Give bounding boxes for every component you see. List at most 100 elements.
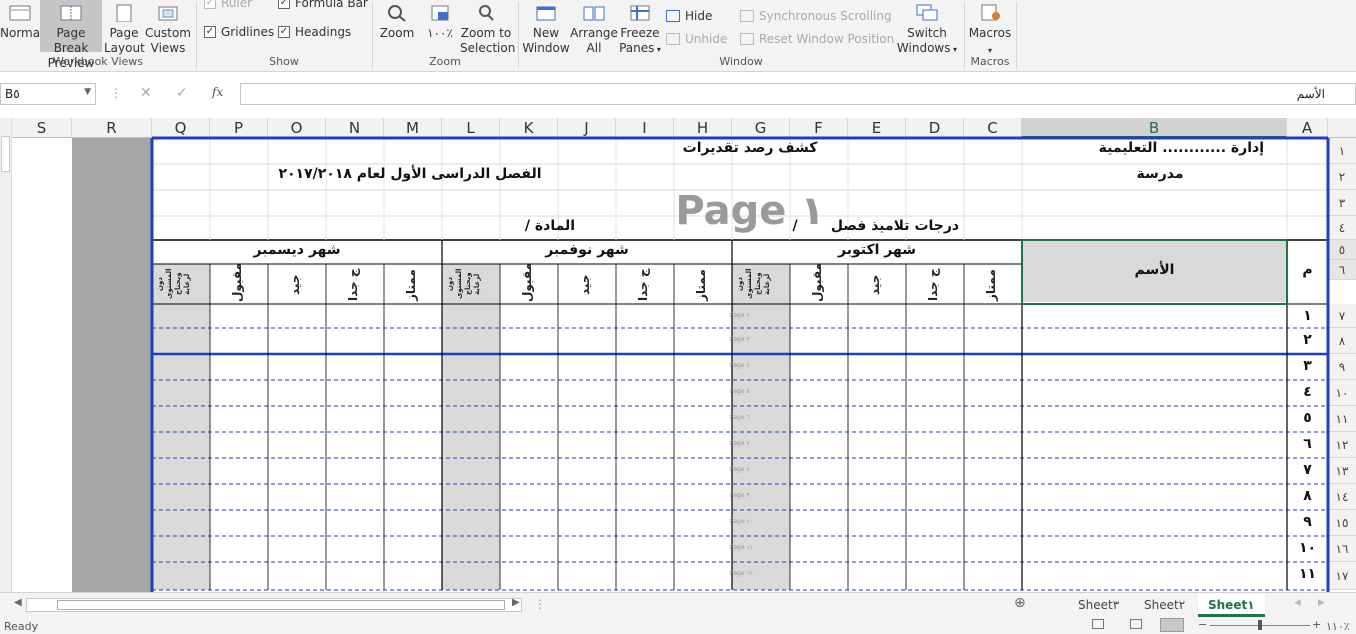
workbook-views-group-label: Workbook Views — [53, 55, 143, 68]
student-number: ٦ — [1303, 436, 1312, 452]
tab-sheet3[interactable]: Sheet٣ — [1068, 593, 1129, 617]
arrange-all-button[interactable]: Arrange All — [570, 4, 618, 56]
chevron-down-icon[interactable]: ▼ — [84, 87, 91, 97]
student-number: ٧ — [1303, 462, 1312, 478]
scroll-right-icon[interactable]: ▶ — [512, 597, 520, 608]
zoom-percentage[interactable]: ١١٠٪ — [1326, 620, 1350, 633]
grade-subheader: جيد — [288, 274, 302, 296]
grades-class-title: درجات تلاميذ فصل — [830, 218, 960, 234]
zoom-slider[interactable] — [1210, 620, 1310, 630]
freeze-panes-button[interactable]: Freeze Panes ▾ — [618, 4, 662, 57]
tab-sheet1[interactable]: Sheet١ — [1198, 593, 1265, 617]
hide-window-button[interactable]: Hide — [666, 9, 712, 23]
zoom-selection-icon — [473, 4, 499, 24]
student-number: ٩ — [1303, 514, 1312, 530]
month-november: شهر نوفمبر — [545, 242, 629, 258]
ruler-checkbox[interactable]: ✓ Ruler — [204, 0, 252, 10]
zoom-button[interactable]: Zoom — [376, 4, 418, 41]
scroll-thumb[interactable] — [57, 600, 505, 610]
gridlines-label: Gridlines — [221, 25, 275, 39]
enter-icon[interactable]: ✓ — [176, 85, 188, 101]
new-window-label-2: Window — [522, 41, 570, 55]
gridlines-check-icon: ✓ — [204, 26, 216, 38]
headings-check-icon: ✓ — [278, 26, 290, 38]
status-ready: Ready — [4, 620, 39, 633]
student-number: ١١ — [1298, 566, 1317, 582]
reset-window-position-button[interactable]: Reset Window Position — [740, 32, 894, 46]
unhide-window-icon — [666, 33, 680, 45]
headings-label: Headings — [295, 25, 352, 39]
formula-value: الأسم — [1296, 87, 1325, 101]
tab-scroll-left-icon[interactable]: ◀ — [1294, 598, 1301, 608]
magnifier-icon — [384, 4, 410, 24]
macros-button[interactable]: Macros ▾ — [966, 4, 1014, 58]
grade-subheader: ج جدا — [346, 268, 360, 302]
student-number: ٤ — [1303, 384, 1312, 400]
insert-function-icon[interactable]: fx — [212, 85, 223, 99]
page-marker: Page ٦ — [730, 414, 750, 421]
custom-views-button[interactable]: Custom Views — [144, 4, 192, 56]
page-marker: Page ٧ — [730, 440, 750, 447]
unhide-window-button[interactable]: Unhide — [666, 32, 727, 46]
zoom-100-button[interactable]: ١٠٠٪ — [420, 4, 460, 41]
zoom-to-selection-label-2: Selection — [460, 41, 516, 55]
zoom-group-label: Zoom — [429, 55, 461, 68]
freeze-panes-icon — [627, 4, 653, 24]
page-marker: Page ٩ — [730, 492, 750, 499]
page-layout-button[interactable]: Page Layout — [104, 4, 145, 56]
formula-bar-label: Formula Bar — [295, 0, 368, 10]
tab-scroll-right-icon[interactable]: ▶ — [1318, 598, 1325, 608]
normal-view-status-icon[interactable] — [1092, 619, 1104, 629]
page-marker: Page ٢ — [730, 312, 750, 319]
sync-scroll-label: Synchronous Scrolling — [759, 9, 892, 23]
grade-subheader: ج جدا — [636, 268, 650, 302]
new-window-button[interactable]: New Window — [522, 4, 570, 56]
chevron-down-icon: ▾ — [987, 46, 992, 55]
report-title: كشف رصد تقديرات — [682, 140, 818, 156]
more-icon: ⋮ — [534, 597, 546, 611]
more-icon: ⋮ — [110, 86, 122, 100]
normal-view-button[interactable]: Normal — [0, 4, 43, 41]
page-break-preview-icon — [58, 4, 84, 24]
synchronous-scrolling-button[interactable]: Synchronous Scrolling — [740, 9, 892, 23]
freeze-panes-label-2: Panes — [619, 41, 655, 55]
switch-windows-label-2: Windows — [896, 41, 951, 55]
grade-subheader: ممتاز — [404, 269, 418, 301]
horizontal-scrollbar[interactable] — [26, 598, 522, 612]
cancel-icon[interactable]: ✕ — [140, 85, 152, 101]
headings-checkbox[interactable]: ✓ Headings — [278, 25, 351, 39]
name-box[interactable]: B٥ ▼ — [0, 83, 96, 105]
status-bar: Ready − + ١١٠٪ — [0, 618, 1356, 634]
switch-windows-button[interactable]: Switch Windows ▾ — [894, 4, 960, 57]
add-sheet-icon[interactable]: ⊕ — [1014, 595, 1026, 611]
zoom-in-icon[interactable]: + — [1312, 618, 1321, 631]
scroll-left-icon[interactable]: ◀ — [14, 597, 22, 608]
number-header: م — [1302, 262, 1313, 278]
reset-window-label: Reset Window Position — [759, 32, 895, 46]
page-break-status-icon[interactable] — [1160, 618, 1184, 632]
zoom-100-icon — [427, 4, 453, 24]
hide-window-icon — [666, 10, 680, 22]
needs-care-subheader: دون المستوى ويحتاج لرعاية — [736, 268, 771, 300]
page-break-preview-button[interactable]: Page Break Preview — [40, 0, 102, 70]
macros-group-label: Macros — [970, 55, 1010, 68]
gridlines-checkbox[interactable]: ✓ Gridlines — [204, 25, 274, 39]
grade-subheader: مقبول — [520, 263, 534, 302]
macros-label: Macros — [968, 26, 1012, 40]
unhide-label: Unhide — [685, 32, 728, 46]
zoom-100-label: ١٠٠٪ — [427, 26, 453, 40]
zoom-out-icon[interactable]: − — [1198, 618, 1207, 631]
formula-bar-check-icon: ✓ — [278, 0, 290, 9]
tab-sheet2[interactable]: Sheet٢ — [1134, 593, 1195, 617]
zoom-slider-thumb[interactable] — [1258, 620, 1262, 630]
grade-subheader: جيد — [868, 274, 882, 296]
sync-scroll-icon — [740, 10, 754, 22]
page-marker: Page ٤ — [730, 362, 750, 369]
spreadsheet-grid: SRQPONMLKJIHGFEDCBA ١ ٢ ٣ ٤ ٥ ٦ ٧ ٨ ٩ ١٠ ١١ ١٢ ١٣ ١٤ ١… — [0, 118, 1356, 592]
student-number: ٥ — [1303, 410, 1312, 426]
grade-subheader: ج جدا — [926, 268, 940, 302]
page-layout-status-icon[interactable] — [1130, 619, 1142, 629]
zoom-to-selection-button[interactable]: Zoom to Selection — [460, 4, 516, 56]
formula-input[interactable]: الأسم — [240, 83, 1356, 105]
formula-bar-checkbox[interactable]: ✓ Formula Bar — [278, 0, 368, 10]
